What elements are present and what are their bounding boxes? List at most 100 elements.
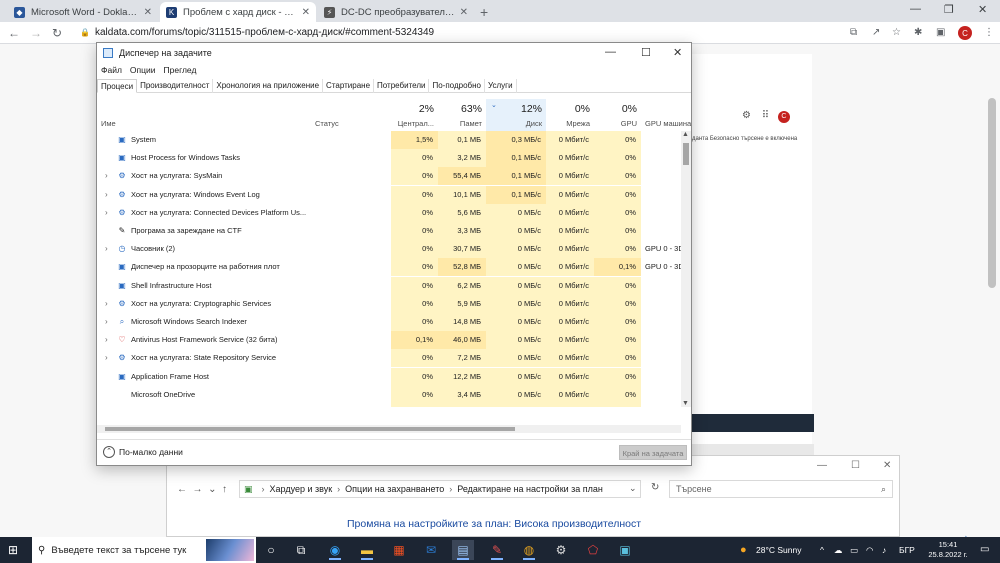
chevron-right-icon[interactable]: › — [105, 331, 108, 349]
page-scrollbar[interactable] — [988, 98, 996, 288]
tray-overflow-icon[interactable]: ^ — [820, 537, 824, 563]
table-row[interactable]: › ◷ Часовник (2) 0% 30,7 MБ 0 MБ/с 0 Мбит/с 0% G… — [97, 240, 687, 259]
close-icon[interactable]: ✕ — [978, 3, 987, 16]
column-network[interactable]: 0% Мрежа — [546, 99, 594, 131]
breadcrumb[interactable]: ▣ › Хардуер и звук › Опции на захранване… — [239, 480, 641, 498]
bookmark-star-icon[interactable]: ☆ — [892, 27, 901, 38]
url-field[interactable]: 🔒 kaldata.com/forums/topic/311515-проблем… — [80, 27, 434, 38]
wifi-icon[interactable]: ◠ — [866, 537, 873, 563]
menu-file[interactable]: Файл — [101, 65, 122, 75]
volume-icon[interactable]: ♪ — [882, 537, 886, 563]
column-memory[interactable]: 63% Памет — [438, 99, 486, 131]
file-explorer-icon[interactable]: ▬ — [356, 540, 378, 560]
refresh-icon[interactable]: ↻ — [651, 482, 659, 493]
weather-text[interactable]: 28°C Sunny — [756, 537, 801, 563]
maximize-icon[interactable]: ❐ — [944, 3, 954, 16]
tab-details[interactable]: По-подробно — [429, 79, 485, 93]
table-row[interactable]: Microsoft OneDrive 0% 3,4 MБ 0 MБ/с 0 Мбит/с… — [97, 385, 687, 404]
new-tab-icon[interactable]: + — [480, 4, 488, 20]
end-task-button[interactable]: Край на задачата — [619, 445, 687, 460]
column-gpu[interactable]: 0% GPU — [594, 99, 641, 131]
tab-users[interactable]: Потребители — [374, 79, 430, 93]
browser-tab-word[interactable]: ◆ Microsoft Word - Doklad_Evtim ✕ — [8, 2, 158, 22]
back-icon[interactable]: ← — [8, 26, 20, 40]
forward-icon[interactable]: → — [30, 26, 42, 40]
profile-avatar[interactable]: C — [958, 26, 972, 40]
task-manager-app-icon[interactable]: ▤ — [452, 540, 474, 560]
notifications-icon[interactable]: ▭ — [980, 544, 989, 555]
share-icon[interactable]: ↗ — [872, 27, 880, 38]
tab-performance[interactable]: Производителност — [137, 79, 214, 93]
control-panel-icon[interactable]: ▣ — [614, 540, 636, 560]
menu-icon[interactable]: ⋮ — [984, 27, 994, 38]
tab-app-history[interactable]: Хронология на приложение — [213, 79, 324, 93]
column-name[interactable]: Име — [97, 99, 311, 131]
table-row[interactable]: › ⚙ Хост на услугата: State Repository Ser… — [97, 349, 687, 368]
table-row[interactable]: › ⌕ Microsoft Windows Search Indexer 0% 14,8… — [97, 313, 687, 331]
close-icon[interactable]: ✕ — [302, 7, 310, 18]
table-row[interactable]: ✎ Програма за зареждане на CTF 0% 3,3 MБ 0 M… — [97, 222, 687, 240]
close-icon[interactable]: ✕ — [673, 46, 682, 59]
tab-startup[interactable]: Стартиране — [323, 79, 375, 93]
close-icon[interactable]: ✕ — [460, 7, 468, 18]
chevron-right-icon[interactable]: › — [105, 240, 108, 258]
chevron-down-icon[interactable]: ▼ — [682, 400, 689, 407]
drawing-app-icon[interactable]: ✎ — [486, 540, 508, 560]
table-row[interactable]: › ⚙ Хост на услугата: Connected Devices Pl… — [97, 203, 687, 222]
table-row[interactable]: › ⚙ Хост на услугата: Cryptographic Servic… — [97, 294, 687, 313]
edge-icon[interactable]: ◉ — [324, 540, 346, 560]
chevron-right-icon[interactable]: › — [105, 186, 108, 204]
column-cpu[interactable]: 2% Централ... — [391, 99, 438, 131]
menu-view[interactable]: Преглед — [164, 65, 197, 75]
sidebar-icon[interactable]: ▣ — [936, 27, 945, 38]
chevron-right-icon[interactable]: › — [105, 349, 108, 367]
windows-start-icon[interactable]: ⊞ — [8, 543, 18, 557]
table-row[interactable]: ▣ Application Frame Host 0% 12,2 MБ 0 MБ/с 0 … — [97, 367, 687, 386]
maximize-icon[interactable]: ☐ — [851, 460, 860, 471]
table-row[interactable]: › ♡ Antivirus Host Framework Service (32 б… — [97, 331, 687, 350]
settings-gear-icon[interactable]: ⚙ — [550, 540, 572, 560]
scroll-thumb[interactable] — [683, 143, 689, 165]
chevron-up-icon[interactable]: ▲ — [682, 131, 689, 138]
apps-grid-icon[interactable]: ⠿ — [762, 110, 769, 121]
chevron-right-icon[interactable]: › — [105, 204, 108, 222]
menu-options[interactable]: Опции — [130, 65, 156, 75]
table-row[interactable]: ▣ Shell Infrastructure Host 0% 6,2 MБ 0 MБ/с… — [97, 276, 687, 295]
network-icon[interactable]: ▭ — [850, 537, 858, 563]
scroll-thumb[interactable] — [105, 427, 515, 431]
table-row[interactable]: ▣ System 1,5% 0,1 MБ 0,3 MБ/с 0 Мбит/с 0% — [97, 131, 687, 149]
vertical-scrollbar[interactable]: ▲ ▼ — [681, 131, 691, 407]
cortana-icon[interactable]: ○ — [260, 540, 282, 560]
minimize-icon[interactable]: — — [910, 3, 921, 15]
column-gpu-engine[interactable]: GPU машина — [641, 99, 693, 131]
reload-icon[interactable]: ↻ — [52, 26, 62, 40]
system-clock[interactable]: 15:41 25.8.2022 г. — [924, 540, 972, 560]
avatar[interactable]: C — [777, 111, 790, 123]
gear-icon[interactable]: ⚙ — [742, 110, 751, 121]
chrome-icon[interactable]: ◍ — [518, 540, 540, 560]
table-row[interactable]: › ⚙ Хост на услугата: Windows Event Log 0% 1… — [97, 185, 687, 204]
minimize-icon[interactable]: — — [817, 460, 827, 471]
mail-icon[interactable]: ✉ — [420, 540, 442, 560]
explorer-nav-icons[interactable]: ← → ⌄ ↑ — [177, 484, 227, 495]
table-row[interactable]: ▣Registry0%15,3 MБ0 MБ/с0 Мбит/с0% — [97, 404, 687, 407]
close-icon[interactable]: ✕ — [883, 460, 891, 471]
task-view-icon[interactable]: ⧉ — [290, 540, 312, 560]
minimize-icon[interactable]: — — [605, 46, 616, 58]
title-bar[interactable]: Диспечер на задачите — ☐ ✕ — [97, 43, 691, 63]
explorer-search-input[interactable]: Търсене ⌕ — [669, 480, 893, 498]
column-status[interactable]: Статус — [311, 99, 391, 131]
maximize-icon[interactable]: ☐ — [641, 46, 651, 59]
horizontal-scrollbar[interactable] — [97, 425, 681, 433]
tab-services[interactable]: Услуги — [485, 79, 517, 93]
chevron-right-icon[interactable]: › — [105, 295, 108, 313]
table-row[interactable]: ▣ Диспечер на прозорците на работния плот… — [97, 258, 687, 277]
tab-processes[interactable]: Процеси — [97, 79, 138, 93]
table-row[interactable]: ▣ Host Process for Windows Tasks 0% 3,2 MБ 0… — [97, 149, 687, 168]
extensions-icon[interactable]: ✱ — [914, 27, 922, 38]
store-icon[interactable]: ▦ — [388, 540, 410, 560]
acrobat-icon[interactable]: ⬠ — [582, 540, 604, 560]
language-indicator[interactable]: БГР — [899, 537, 915, 563]
translate-icon[interactable]: ⧉ — [850, 27, 857, 38]
close-icon[interactable]: ✕ — [144, 7, 152, 18]
